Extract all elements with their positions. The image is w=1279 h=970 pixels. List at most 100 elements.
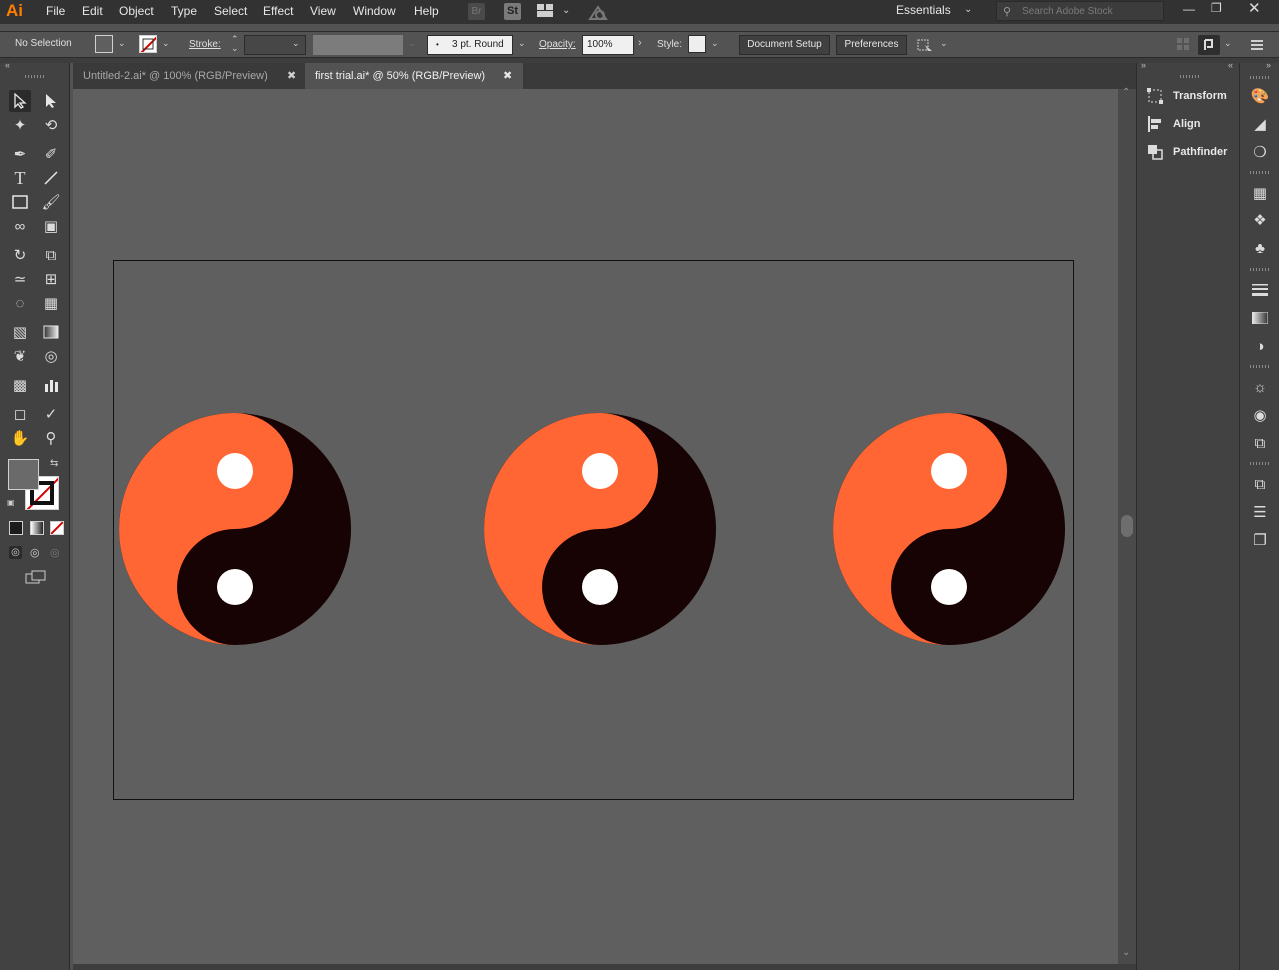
- arrange-documents-icon[interactable]: [537, 4, 553, 17]
- slice-icon[interactable]: ✓: [40, 403, 62, 425]
- workspace-switcher[interactable]: Essentials: [896, 3, 951, 17]
- stroke-panel-icon[interactable]: [1250, 280, 1270, 300]
- menu-object[interactable]: Object: [119, 4, 154, 18]
- minimize-button[interactable]: —: [1183, 2, 1195, 16]
- align-panel-button[interactable]: Align: [1147, 114, 1201, 134]
- panel-grip[interactable]: [1250, 76, 1270, 79]
- tab-first-trial[interactable]: first trial.ai* @ 50% (RGB/Preview) ✖: [305, 63, 523, 89]
- menu-type[interactable]: Type: [171, 4, 197, 18]
- menu-window[interactable]: Window: [353, 4, 396, 18]
- panel-grip[interactable]: [1180, 75, 1200, 78]
- symbol-sprayer-icon[interactable]: ▩: [9, 374, 31, 396]
- export-icon[interactable]: ⧉: [1250, 474, 1270, 494]
- transform-panel-button[interactable]: Transform: [1147, 86, 1227, 106]
- chevron-down-icon[interactable]: ⌄: [292, 38, 300, 49]
- vertical-scrollbar[interactable]: ⌃ ⌄: [1118, 87, 1136, 964]
- document-setup-button[interactable]: Document Setup: [739, 35, 830, 55]
- menu-help[interactable]: Help: [414, 4, 439, 18]
- lasso-icon[interactable]: ⟲: [40, 114, 62, 136]
- close-button[interactable]: ✕: [1248, 0, 1261, 17]
- collapse-arrows-icon[interactable]: «: [5, 60, 10, 70]
- gradient-icon[interactable]: [40, 321, 62, 343]
- scroll-up-icon[interactable]: ⌃: [1122, 87, 1130, 98]
- direct-selection-icon[interactable]: [40, 90, 62, 112]
- opacity-field[interactable]: 100%: [582, 35, 634, 55]
- appearance-icon[interactable]: ☼: [1250, 377, 1270, 397]
- draw-inside-icon[interactable]: ◎: [50, 546, 60, 559]
- type-icon[interactable]: T: [9, 167, 31, 189]
- stroke-swatch[interactable]: [139, 35, 157, 53]
- chevron-down-icon[interactable]: ⌄: [562, 5, 570, 16]
- collapse-arrows-icon[interactable]: «: [1228, 60, 1233, 70]
- chevron-down-icon[interactable]: ⌄: [940, 38, 948, 49]
- transparency-icon[interactable]: ◑: [1250, 336, 1270, 356]
- symbols-icon[interactable]: ♣: [1250, 238, 1270, 258]
- graphic-style-swatch[interactable]: [688, 35, 706, 53]
- color-guide-icon[interactable]: ◢: [1250, 114, 1270, 134]
- chevron-down-icon[interactable]: ⌄: [162, 38, 170, 49]
- pen-icon[interactable]: ✒: [9, 143, 31, 165]
- none-mode-icon[interactable]: [50, 521, 64, 535]
- opacity-label[interactable]: Opacity:: [539, 39, 576, 50]
- gpu-performance-icon[interactable]: [588, 3, 608, 21]
- scrollbar-thumb[interactable]: [1121, 515, 1133, 537]
- gradient-panel-icon[interactable]: [1250, 308, 1270, 328]
- blend-icon[interactable]: ◎: [40, 345, 62, 367]
- panel-grip[interactable]: [1250, 171, 1270, 174]
- chevron-right-icon[interactable]: ›: [638, 37, 642, 49]
- artboard-icon[interactable]: ◻: [9, 403, 31, 425]
- free-transform-icon[interactable]: ⊞: [40, 268, 62, 290]
- rotate-icon[interactable]: ↻: [9, 244, 31, 266]
- mesh-icon[interactable]: ▧: [9, 321, 31, 343]
- stroke-stepper[interactable]: ⌃ ⌄: [228, 34, 242, 55]
- tab-untitled-2[interactable]: Untitled-2.ai* @ 100% (RGB/Preview) ✖: [73, 63, 303, 89]
- menu-effect[interactable]: Effect: [263, 4, 293, 18]
- menu-select[interactable]: Select: [214, 4, 247, 18]
- asset-export-icon[interactable]: ⧉: [1250, 433, 1270, 453]
- eyedropper-icon[interactable]: ❦: [9, 345, 31, 367]
- panel-menu-icon[interactable]: [1251, 39, 1263, 50]
- panel-grip[interactable]: [1250, 462, 1270, 465]
- brushes-icon[interactable]: ❖: [1250, 210, 1270, 230]
- paintbrush-icon[interactable]: 🖌: [40, 191, 62, 213]
- yin-yang-symbol[interactable]: [484, 413, 716, 645]
- warp-icon[interactable]: ≃: [9, 268, 31, 290]
- restore-button[interactable]: ❐: [1211, 1, 1222, 15]
- line-segment-icon[interactable]: [40, 167, 62, 189]
- horizontal-scrollbar[interactable]: [73, 964, 1136, 970]
- magic-wand-icon[interactable]: ✦: [9, 114, 31, 136]
- column-graph-icon[interactable]: [40, 374, 62, 396]
- selection-icon[interactable]: [9, 90, 31, 112]
- shape-builder-icon[interactable]: ◌: [9, 292, 31, 314]
- default-colors-icon[interactable]: ▣: [7, 498, 15, 507]
- scroll-down-icon[interactable]: ⌄: [1122, 947, 1130, 958]
- chevron-down-icon[interactable]: ⌄: [1224, 38, 1232, 49]
- zoom-icon[interactable]: ⚲: [40, 427, 62, 449]
- gradient-mode-icon[interactable]: [30, 521, 44, 535]
- panel-grip[interactable]: [1250, 268, 1270, 271]
- close-icon[interactable]: ✖: [287, 63, 296, 89]
- stroke-label[interactable]: Stroke:: [189, 39, 221, 50]
- variable-width-profile[interactable]: [313, 35, 403, 55]
- screen-mode-icon[interactable]: [25, 570, 47, 584]
- stock-icon[interactable]: St: [504, 3, 521, 20]
- pathfinder-panel-button[interactable]: Pathfinder: [1147, 142, 1227, 162]
- menu-edit[interactable]: Edit: [82, 4, 103, 18]
- draw-normal-icon[interactable]: ◎: [9, 546, 22, 559]
- expand-arrows-icon[interactable]: »: [1141, 60, 1146, 70]
- artboards-panel-icon[interactable]: ❐: [1250, 530, 1270, 550]
- perspective-grid-icon[interactable]: ▦: [40, 292, 62, 314]
- grid-view-icon[interactable]: [1177, 38, 1189, 50]
- select-similar-icon[interactable]: [916, 37, 934, 53]
- swatches-icon[interactable]: ▦: [1250, 183, 1270, 203]
- curvature-icon[interactable]: ✐: [40, 143, 62, 165]
- hand-icon[interactable]: ✋: [9, 427, 31, 449]
- graphic-styles-icon[interactable]: ◉: [1250, 405, 1270, 425]
- shaper-icon[interactable]: ∞: [9, 215, 31, 237]
- menu-view[interactable]: View: [310, 4, 336, 18]
- yin-yang-symbol[interactable]: [119, 413, 351, 645]
- rectangle-icon[interactable]: [9, 191, 31, 213]
- scale-icon[interactable]: ⧉: [40, 244, 62, 266]
- canvas-area[interactable]: [73, 89, 1118, 964]
- brush-definition[interactable]: • 3 pt. Round: [427, 35, 513, 55]
